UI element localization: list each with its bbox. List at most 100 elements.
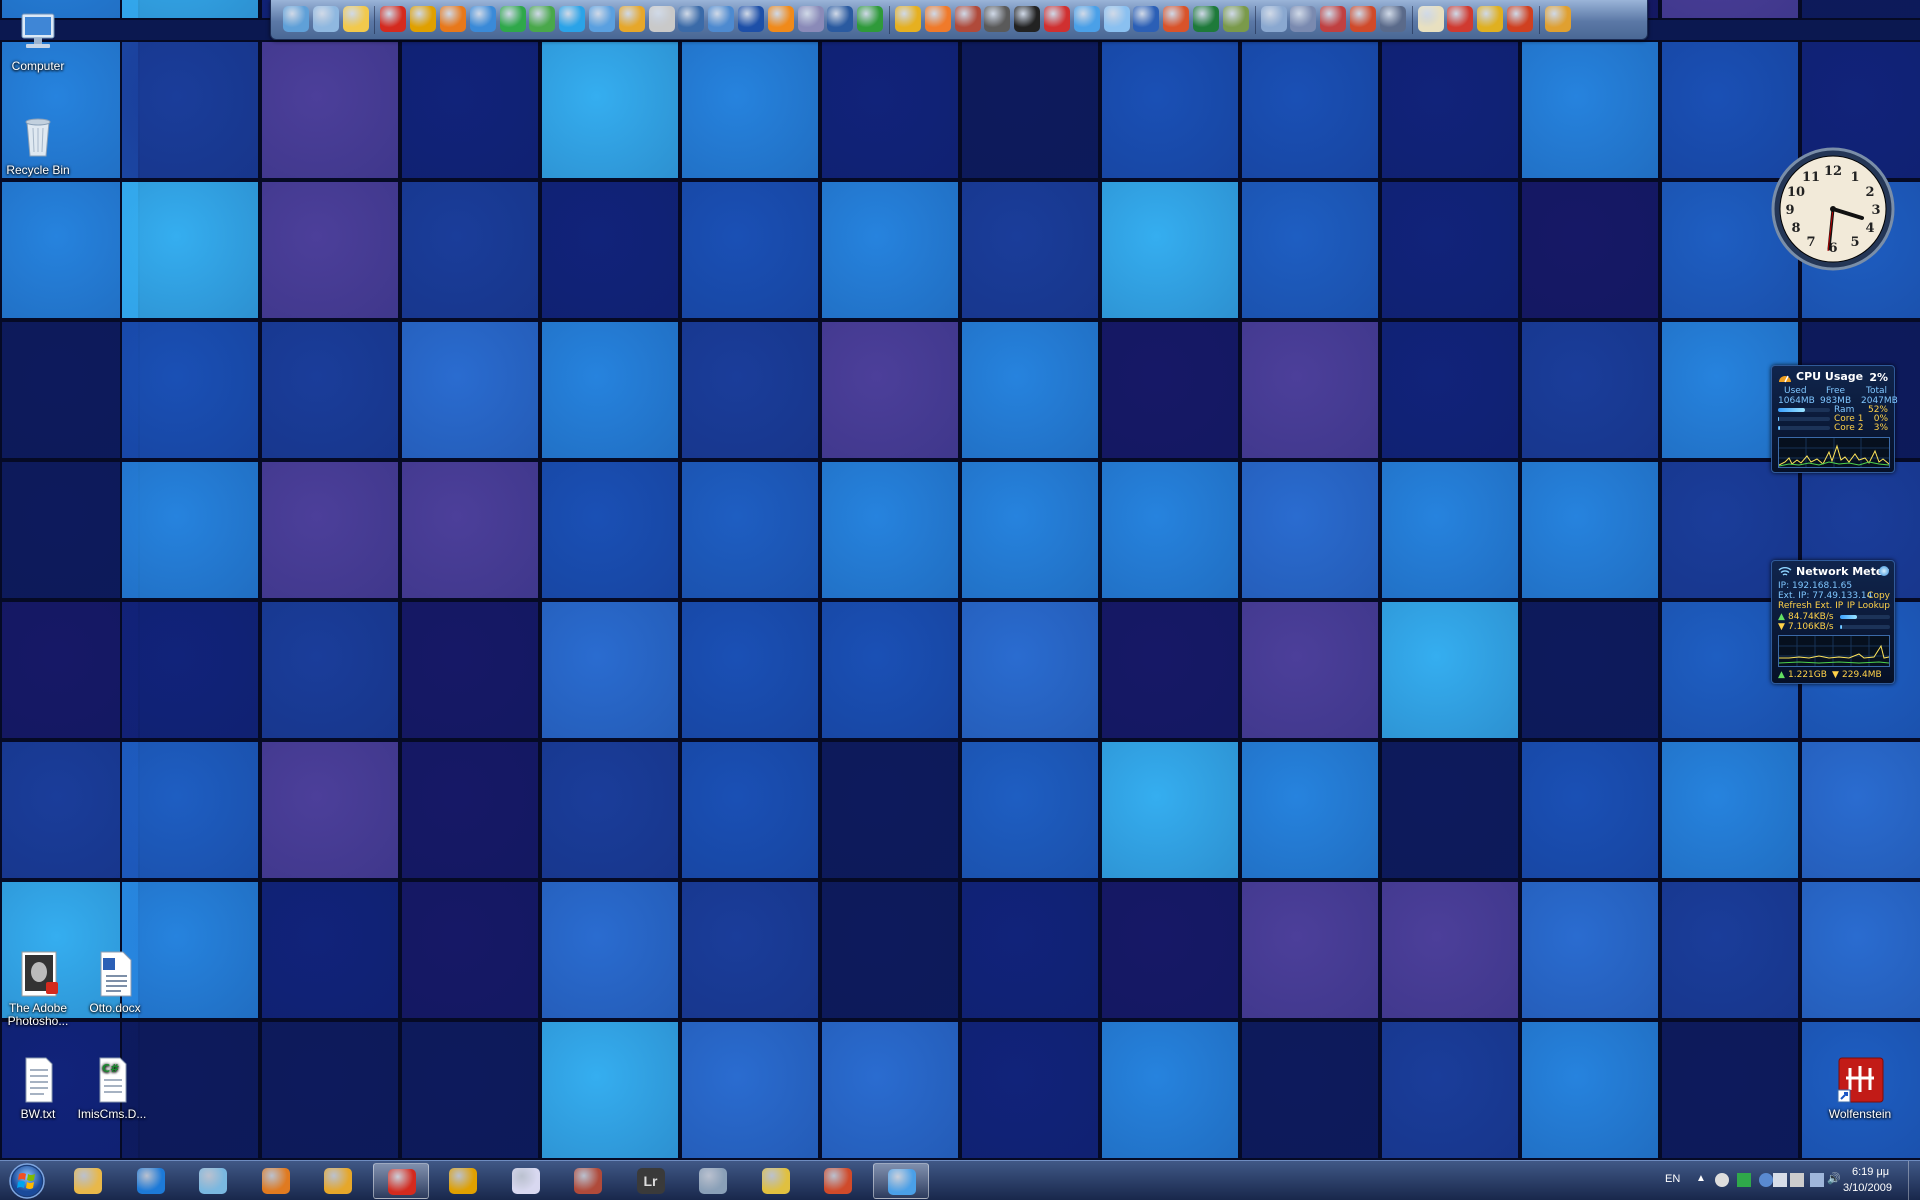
winamp-icon xyxy=(324,1168,352,1194)
video-edit-icon[interactable] xyxy=(984,6,1011,32)
desktop-icon-wolfenstein[interactable]: Wolfenstein xyxy=(1817,1056,1903,1121)
winamp-icon[interactable] xyxy=(618,6,645,32)
wallpaper-tile xyxy=(1520,320,1660,460)
language-indicator[interactable]: EN xyxy=(1665,1173,1680,1185)
svg-text:11: 11 xyxy=(1802,170,1820,185)
nx2-icon[interactable] xyxy=(1014,6,1041,32)
messenger-app[interactable] xyxy=(872,1163,929,1199)
wallpaper-tile xyxy=(0,600,140,740)
notepad-icon[interactable] xyxy=(1417,6,1444,32)
winamp-app[interactable] xyxy=(310,1163,366,1199)
burner-icon[interactable] xyxy=(924,6,951,32)
audio-tool-icon[interactable] xyxy=(797,6,824,32)
wallpaper-tile xyxy=(680,880,820,1020)
network-meter-gadget[interactable]: Network Meter IP: 192.168.1.65 Ext. IP: … xyxy=(1771,560,1895,684)
start-button[interactable] xyxy=(3,1161,49,1200)
magnet-icon[interactable] xyxy=(1350,6,1376,32)
wrench-icon[interactable] xyxy=(1544,6,1571,32)
gtalk-icon[interactable] xyxy=(589,6,615,32)
desktop-icon-otto-docx[interactable]: Otto.docx xyxy=(72,950,158,1015)
toolbox-icon[interactable] xyxy=(1447,6,1474,32)
tvu-icon[interactable] xyxy=(857,6,884,32)
utorrent-tray-icon[interactable] xyxy=(1737,1173,1751,1187)
network-tool-icon[interactable] xyxy=(1477,6,1504,32)
tools-app[interactable] xyxy=(810,1163,866,1199)
nero-icon[interactable] xyxy=(895,6,921,32)
desktop-icon-imiscms[interactable]: C# ImisCms.D... xyxy=(69,1056,155,1121)
monitor-app-icon[interactable] xyxy=(738,6,764,32)
wallpaper-tile xyxy=(960,180,1100,320)
show-hidden-icons-button[interactable]: ▲ xyxy=(1696,1173,1706,1184)
wallpaper-tile xyxy=(260,460,400,600)
network-status-tray-icon[interactable] xyxy=(1773,1173,1787,1187)
paper-icon[interactable] xyxy=(1103,6,1130,32)
scanner-icon[interactable] xyxy=(1379,6,1406,32)
photo-viewer-icon[interactable] xyxy=(1044,6,1070,32)
svg-text:3: 3 xyxy=(1871,203,1880,218)
safari-icon[interactable] xyxy=(469,6,496,32)
network-folder-icon[interactable] xyxy=(312,6,339,32)
clock-date[interactable]: 3/10/2009 xyxy=(1843,1182,1892,1194)
media-app[interactable] xyxy=(498,1163,554,1199)
chrome-icon[interactable] xyxy=(410,6,437,32)
messenger-icon xyxy=(887,1169,916,1195)
network-tools-app[interactable] xyxy=(748,1163,804,1199)
wallpaper-tile xyxy=(540,600,680,740)
clock-time[interactable]: 6:19 μμ xyxy=(1852,1166,1889,1178)
sopcast-icon[interactable] xyxy=(827,6,854,32)
media-icon xyxy=(511,1168,540,1194)
wallpaper-tile xyxy=(260,180,400,320)
opera-icon[interactable] xyxy=(380,6,407,32)
tools-icon[interactable] xyxy=(1320,6,1347,32)
wallpaper-tile xyxy=(960,1020,1100,1160)
internet-explorer-app[interactable] xyxy=(123,1163,179,1199)
network-tray-icon[interactable] xyxy=(1810,1173,1824,1187)
core2-value: 3% xyxy=(1873,423,1888,433)
opera-app[interactable] xyxy=(372,1163,429,1199)
magnifier-tool-icon[interactable] xyxy=(708,6,735,32)
codec-icon[interactable] xyxy=(1290,6,1317,32)
refresh-ext-ip-link[interactable]: Refresh Ext. IP xyxy=(1778,601,1843,611)
firefox-icon[interactable] xyxy=(440,6,466,32)
chrome-app[interactable] xyxy=(435,1163,491,1199)
lightroom-app[interactable]: Lr xyxy=(623,1163,679,1199)
archive-app[interactable] xyxy=(560,1163,616,1199)
firewall-icon[interactable] xyxy=(954,6,981,32)
excel-icon[interactable] xyxy=(1193,6,1219,32)
library-icon[interactable] xyxy=(1222,6,1249,32)
desktop-icon-recycle-bin[interactable]: Recycle Bin xyxy=(0,112,81,177)
notes-app[interactable] xyxy=(185,1163,241,1199)
desktop-icon-computer[interactable]: Computer xyxy=(0,8,81,73)
desktop-icon-adobe-pdf[interactable]: The Adobe Photosho... xyxy=(0,950,81,1028)
monitor-icon[interactable] xyxy=(283,6,309,32)
folder-icon[interactable] xyxy=(342,6,369,32)
windows-orb-icon xyxy=(9,1163,45,1199)
copy-link[interactable]: Copy xyxy=(1867,591,1890,601)
total-download-arrow-icon: ▼ xyxy=(1832,670,1839,680)
wallpaper-tile xyxy=(1520,740,1660,880)
word-icon[interactable] xyxy=(1133,6,1160,32)
clock-gadget[interactable]: 12 1 2 345 678 9 10 11 xyxy=(1771,145,1895,273)
media-converter-icon[interactable] xyxy=(678,6,705,32)
skype-icon[interactable] xyxy=(559,6,586,32)
scanner-app[interactable] xyxy=(685,1163,741,1199)
chat-bubble-icon[interactable] xyxy=(1715,1173,1729,1187)
pencil-brush-icon[interactable] xyxy=(1507,6,1533,32)
show-desktop-button[interactable] xyxy=(1908,1161,1920,1200)
ip-lookup-link[interactable]: IP Lookup xyxy=(1847,601,1890,611)
update-tray-icon[interactable] xyxy=(1759,1173,1773,1187)
search-icon[interactable] xyxy=(648,6,675,32)
cpu-usage-gadget[interactable]: CPU Usage 2% Used Free Total 1064MB 983M… xyxy=(1771,365,1898,473)
archive-icon xyxy=(574,1168,602,1194)
media-player-app[interactable] xyxy=(248,1163,304,1199)
action-center-icon[interactable] xyxy=(1790,1173,1804,1187)
utorrent-icon[interactable] xyxy=(499,6,526,32)
vlc-icon[interactable] xyxy=(767,6,794,32)
explorer-app[interactable] xyxy=(60,1163,116,1199)
picasa-icon[interactable] xyxy=(1073,6,1100,32)
settings-gear-icon[interactable] xyxy=(1260,6,1287,32)
powerpoint-icon[interactable] xyxy=(1163,6,1190,32)
messenger-icon[interactable] xyxy=(529,6,556,32)
volume-icon[interactable]: 🔊 xyxy=(1827,1172,1841,1185)
wolfenstein-icon xyxy=(1836,1056,1884,1104)
